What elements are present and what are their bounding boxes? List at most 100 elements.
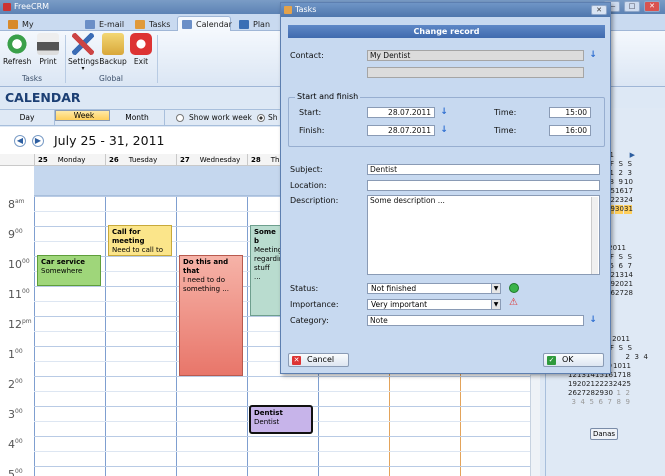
- contact-secondary-field[interactable]: [367, 67, 584, 78]
- mini-calendar-day[interactable]: 25: [622, 380, 631, 389]
- contact-field[interactable]: My Dentist: [367, 50, 584, 61]
- mini-calendar-day[interactable]: 4: [640, 353, 648, 362]
- mini-calendar-day[interactable]: 19: [568, 380, 577, 389]
- mini-calendar-day[interactable]: 4: [577, 398, 585, 407]
- mini-calendar-day[interactable]: 7: [624, 262, 632, 271]
- finish-date-field[interactable]: 28.07.2011: [367, 125, 435, 136]
- show-work-week-radio[interactable]: [176, 114, 184, 122]
- ok-button[interactable]: ✓ OK: [543, 353, 604, 367]
- show-option-radio[interactable]: [257, 114, 265, 122]
- previous-week-button[interactable]: ◀: [14, 135, 26, 147]
- mini-calendar-day[interactable]: 28: [586, 389, 595, 398]
- start-date-picker-icon[interactable]: ↓: [439, 107, 449, 118]
- category-field[interactable]: Note: [367, 315, 584, 326]
- hour-number: 11: [8, 288, 22, 301]
- mini-calendar-day[interactable]: 3: [568, 398, 576, 407]
- event-some-meeting[interactable]: Some b Meeting regardin stuff ...: [250, 225, 282, 316]
- event-do-this-and-that[interactable]: Do this and that I need to do something .…: [179, 255, 243, 376]
- tab-plan[interactable]: Plan: [234, 16, 278, 31]
- next-month-arrow[interactable]: ▶: [615, 151, 635, 160]
- status-select[interactable]: Not finished ▼: [367, 283, 501, 294]
- mini-calendar-day[interactable]: 10: [624, 178, 633, 187]
- exit-button[interactable]: Exit: [130, 33, 152, 66]
- mini-calendar-day[interactable]: 5: [586, 398, 594, 407]
- mini-calendar-day[interactable]: 21: [624, 280, 633, 289]
- day-column[interactable]: [34, 196, 105, 476]
- mini-calendar-day[interactable]: 31: [624, 205, 633, 214]
- mini-calendar-day[interactable]: 6: [615, 262, 623, 271]
- mini-calendar-day[interactable]: 6: [595, 398, 603, 407]
- finish-time-field[interactable]: 16:00: [549, 125, 591, 136]
- mini-calendar-day[interactable]: 9: [615, 178, 623, 187]
- mini-calendar-day[interactable]: 18: [622, 371, 631, 380]
- dialog-close-button[interactable]: ✕: [591, 5, 607, 15]
- contact-picker-arrow-icon[interactable]: ↓: [588, 50, 598, 61]
- mini-calendar-day[interactable]: 21: [586, 380, 595, 389]
- location-field[interactable]: [367, 180, 600, 191]
- cancel-button[interactable]: ✕ Cancel: [288, 353, 349, 367]
- mini-calendar-day[interactable]: 9: [622, 398, 630, 407]
- day-header-monday[interactable]: 25 Monday: [34, 154, 105, 166]
- mini-calendar-day[interactable]: 3: [624, 169, 632, 178]
- mini-calendar-day[interactable]: 20: [615, 280, 624, 289]
- tab-calendar[interactable]: Calendar: [177, 16, 232, 31]
- settings-button[interactable]: Settings ▾: [68, 33, 99, 72]
- close-button[interactable]: ✕: [644, 1, 660, 12]
- mini-calendar-day[interactable]: 28: [624, 289, 633, 298]
- mini-calendar-day[interactable]: 30: [604, 389, 613, 398]
- tab-my-organizer[interactable]: My Organizer: [3, 16, 74, 44]
- start-date-field[interactable]: 28.07.2011: [367, 107, 435, 118]
- mini-calendar-day[interactable]: 22: [595, 380, 604, 389]
- event-car-service[interactable]: Car service Somewhere: [37, 255, 101, 286]
- description-scrollbar[interactable]: [591, 197, 598, 274]
- backup-button[interactable]: Backup: [99, 33, 127, 66]
- mini-calendar-day[interactable]: 24: [613, 380, 622, 389]
- hour-suffix: 00: [15, 438, 23, 445]
- grid-scrollbar[interactable]: [530, 375, 540, 476]
- subject-field[interactable]: Dentist: [367, 164, 600, 175]
- mini-calendar-day[interactable]: 27: [577, 389, 586, 398]
- day-header-wednesday[interactable]: 27 Wednesday: [176, 154, 247, 166]
- mini-calendar-day[interactable]: 3: [631, 353, 639, 362]
- event-call-for-meeting[interactable]: Call for meetingNeed to call to arrange …: [108, 225, 172, 256]
- mini-calendar-day[interactable]: 11: [622, 362, 631, 371]
- mini-calendar-day[interactable]: 2: [622, 389, 630, 398]
- mini-calendar-day[interactable]: 17: [613, 371, 622, 380]
- mini-calendar-day[interactable]: 13: [615, 271, 624, 280]
- mini-calendar-day[interactable]: 7: [604, 398, 612, 407]
- show-work-week-label: Show work week: [189, 113, 252, 122]
- day-header-tuesday[interactable]: 26 Tuesday: [105, 154, 176, 166]
- start-time-field[interactable]: 15:00: [549, 107, 591, 118]
- mini-calendar-day[interactable]: 30: [615, 205, 624, 214]
- mini-calendar-day[interactable]: 24: [624, 196, 633, 205]
- importance-select[interactable]: Very important ▼: [367, 299, 501, 310]
- next-week-button[interactable]: ▶: [32, 135, 44, 147]
- view-month-button[interactable]: Month: [110, 110, 165, 126]
- event-dentist[interactable]: Dentist Dentist: [249, 405, 313, 434]
- refresh-button[interactable]: Refresh: [3, 33, 31, 66]
- mini-calendar-day[interactable]: 14: [624, 271, 633, 280]
- mini-calendar-day[interactable]: 20: [577, 380, 586, 389]
- mini-calendar-day[interactable]: 2: [615, 169, 623, 178]
- mini-calendar-day[interactable]: 26: [568, 389, 577, 398]
- finish-date-picker-icon[interactable]: ↓: [439, 125, 449, 136]
- mini-calendar-day[interactable]: 2: [622, 353, 630, 362]
- mini-calendar-day[interactable]: 27: [615, 289, 624, 298]
- description-textarea[interactable]: Some description ...: [367, 195, 600, 275]
- mini-calendar-day[interactable]: 23: [615, 196, 624, 205]
- mini-calendar-day[interactable]: 23: [604, 380, 613, 389]
- view-week-button[interactable]: Week: [55, 110, 110, 121]
- view-day-button[interactable]: Day: [0, 110, 55, 126]
- mini-calendar-day[interactable]: 29: [595, 389, 604, 398]
- mini-calendar-day[interactable]: 17: [624, 187, 633, 196]
- mini-calendar-day[interactable]: 1: [613, 389, 621, 398]
- tab-email[interactable]: E-mail: [80, 16, 130, 31]
- today-button[interactable]: Danas: [590, 428, 618, 440]
- category-picker-arrow-icon[interactable]: ↓: [588, 315, 598, 326]
- maximize-button[interactable]: □: [624, 1, 640, 12]
- print-button[interactable]: Print: [35, 33, 61, 66]
- mini-calendar-day[interactable]: 16: [615, 187, 624, 196]
- tab-tasks[interactable]: Tasks: [130, 16, 174, 31]
- mini-calendar-day[interactable]: 8: [613, 398, 621, 407]
- mini-calendar-day[interactable]: 10: [613, 362, 622, 371]
